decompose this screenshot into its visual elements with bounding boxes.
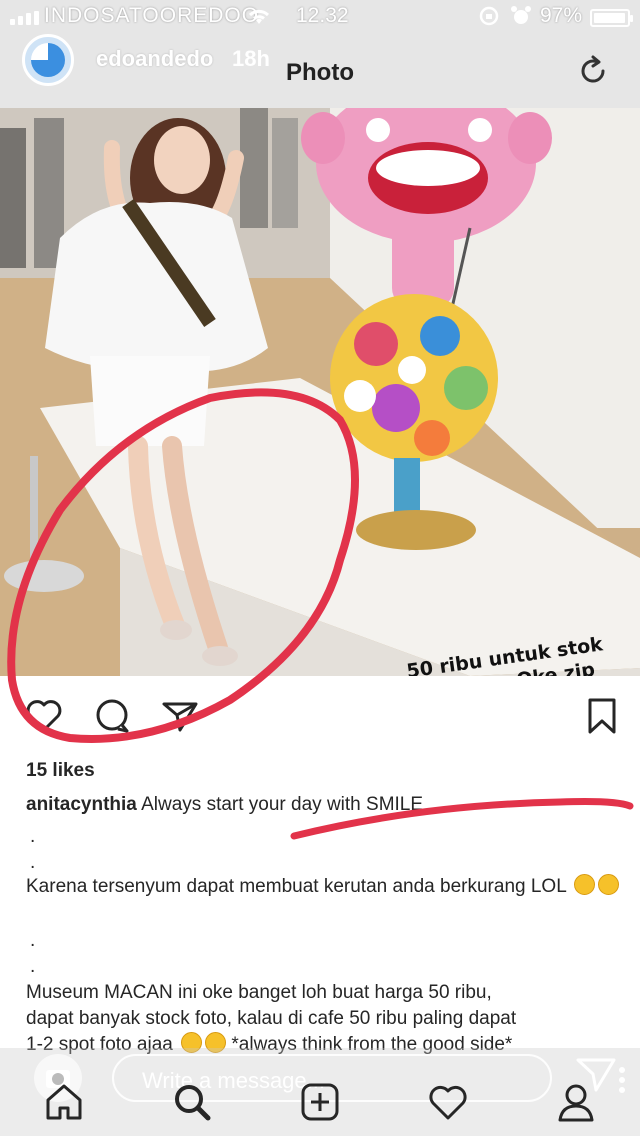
- activity-icon[interactable]: [426, 1080, 470, 1124]
- profile-icon[interactable]: [554, 1080, 598, 1124]
- status-bar: INDOSATOOREDOO 12.32 97%: [0, 0, 640, 36]
- rofl-emoji-icon: [598, 874, 620, 895]
- photo-illustration: [0, 108, 640, 676]
- carrier-label: INDOSATOOREDOO: [44, 4, 260, 27]
- share-icon[interactable]: [160, 696, 200, 736]
- more-icon[interactable]: [618, 1066, 626, 1094]
- caption-line: dapat banyak stock foto, kalau di cafe 5…: [26, 1008, 517, 1029]
- caption-username[interactable]: anitacynthia: [26, 794, 137, 815]
- wifi-icon: [246, 6, 272, 32]
- caption-text: Always start your day with SMILE: [141, 794, 424, 815]
- caption-paragraph: Karena tersenyum dapat membuat kerutan a…: [26, 874, 626, 900]
- search-icon[interactable]: [170, 1080, 214, 1124]
- likes-count[interactable]: 15 likes: [26, 760, 95, 782]
- caption-line: Museum MACAN ini oke banget loh buat har…: [26, 982, 492, 1003]
- post-actions: [0, 676, 640, 756]
- story-header: INDOSATOOREDOO 12.32 97% edoandedo 18h P…: [0, 0, 640, 108]
- caption-paragraph-text: Karena tersenyum dapat membuat kerutan a…: [26, 876, 567, 897]
- caption: anitacynthia Always start your day with …: [26, 794, 423, 816]
- heart-icon[interactable]: [24, 696, 64, 736]
- battery-percent: 97%: [540, 4, 583, 27]
- caption-dot: .: [30, 852, 36, 873]
- clock-time: 12.32: [296, 4, 349, 27]
- battery-fill: [594, 13, 625, 23]
- refresh-icon[interactable]: [576, 54, 610, 88]
- story-time-ago: 18h: [232, 46, 270, 71]
- signal-icon: [10, 11, 39, 25]
- caption-dot: .: [30, 956, 36, 977]
- rofl-emoji-icon: [574, 874, 596, 895]
- orientation-lock-icon: [479, 6, 499, 26]
- story-username[interactable]: edoandedo: [96, 46, 213, 72]
- add-icon[interactable]: [298, 1080, 342, 1124]
- comment-icon[interactable]: [92, 696, 132, 736]
- alarm-icon: [511, 6, 531, 24]
- post-photo[interactable]: 50 ribu untuk stok foto ya.. Oke zip: [0, 108, 640, 676]
- page-title: Photo: [286, 59, 354, 86]
- bookmark-icon[interactable]: [582, 696, 622, 736]
- caption-paragraph: Museum MACAN ini oke banget loh buat har…: [26, 980, 626, 1058]
- caption-dot: .: [30, 826, 36, 847]
- battery-icon: [590, 9, 633, 27]
- story-avatar[interactable]: [22, 34, 74, 86]
- caption-dot: .: [30, 930, 36, 951]
- home-icon[interactable]: [42, 1080, 86, 1124]
